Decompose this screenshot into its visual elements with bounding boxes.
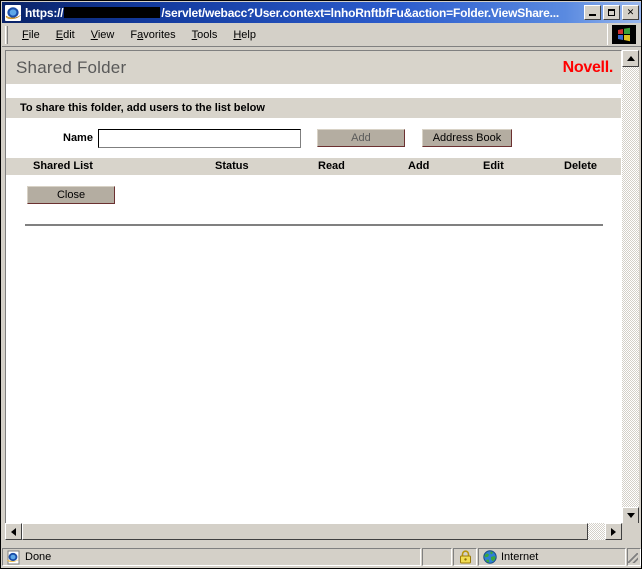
- security-zone-panel: Internet: [478, 548, 626, 566]
- page-status-icon: [6, 550, 21, 565]
- menu-bar: File Edit View Favorites Tools Help: [2, 23, 641, 47]
- scroll-down-button[interactable]: [622, 507, 639, 524]
- menu-item-tools[interactable]: Tools: [184, 27, 226, 43]
- security-panel: [453, 548, 477, 566]
- scrollbar-corner: [622, 523, 639, 540]
- divider-wrap: [6, 210, 621, 226]
- maximize-button[interactable]: [603, 5, 620, 20]
- column-header-edit: Edit: [483, 160, 504, 172]
- column-header-shared-list: Shared List: [33, 160, 93, 172]
- column-header-add: Add: [408, 160, 430, 172]
- status-text: Done: [25, 551, 52, 563]
- resize-grip[interactable]: [627, 548, 641, 566]
- browser-logo-button[interactable]: [607, 24, 640, 45]
- scroll-left-button[interactable]: [5, 523, 22, 540]
- horizontal-scrollbar[interactable]: [5, 523, 622, 540]
- scroll-right-button[interactable]: [605, 523, 622, 540]
- lock-icon: [459, 550, 472, 564]
- column-header-status: Status: [215, 160, 249, 172]
- windows-flag-icon: [612, 25, 636, 44]
- scroll-up-button[interactable]: [622, 50, 639, 67]
- shared-list-table-header: Shared List Status Read Add Edit Delete: [6, 158, 621, 175]
- web-page-document: Shared Folder Novell. To share this fold…: [5, 50, 622, 524]
- page-title: Shared Folder: [16, 57, 127, 77]
- globe-icon: [483, 550, 497, 564]
- close-button-row: Close: [6, 175, 621, 210]
- browser-content-frame: Shared Folder Novell. To share this fold…: [2, 48, 641, 542]
- horizontal-scroll-thumb[interactable]: [22, 523, 588, 540]
- close-dialog-button[interactable]: Close: [27, 186, 115, 204]
- page-header: Shared Folder Novell.: [6, 51, 621, 84]
- novell-logo: Novell.: [562, 58, 614, 76]
- security-zone-text: Internet: [501, 551, 539, 563]
- menu-item-file[interactable]: File: [14, 27, 48, 43]
- browser-window: https:// /servlet/webacc?User.context=lnh…: [0, 0, 642, 569]
- close-button[interactable]: ✕: [622, 5, 639, 20]
- minimize-icon: [589, 14, 596, 16]
- chevron-right-icon: [611, 527, 616, 536]
- header-spacer: [6, 84, 621, 98]
- menu-item-help[interactable]: Help: [225, 27, 264, 43]
- status-progress-panel: [422, 548, 452, 566]
- status-message-panel: Done: [2, 548, 421, 566]
- horizontal-divider: [25, 224, 603, 226]
- window-controls: ✕: [584, 5, 639, 20]
- chevron-down-icon: [626, 513, 635, 518]
- title-prefix: https://: [25, 5, 64, 20]
- add-user-form: Name Add Address Book: [6, 118, 621, 158]
- chevron-up-icon: [626, 56, 635, 61]
- menu-item-view[interactable]: View: [83, 27, 123, 43]
- column-header-read: Read: [318, 160, 345, 172]
- vertical-scrollbar[interactable]: [622, 50, 639, 524]
- maximize-icon: [608, 9, 615, 16]
- menu-item-edit[interactable]: Edit: [48, 27, 83, 43]
- add-button[interactable]: Add: [316, 129, 405, 147]
- menu-item-favorites[interactable]: Favorites: [122, 27, 183, 43]
- menu-drag-handle[interactable]: [5, 25, 8, 44]
- title-bar: https:// /servlet/webacc?User.context=lnh…: [2, 2, 641, 23]
- name-label: Name: [63, 132, 93, 144]
- status-bar: Done Internet: [2, 547, 641, 567]
- redacted-hostname: [64, 7, 161, 18]
- window-title: https:// /servlet/webacc?User.context=lnh…: [25, 6, 584, 20]
- address-book-button[interactable]: Address Book: [421, 129, 512, 147]
- name-input[interactable]: [97, 128, 301, 148]
- chevron-left-icon: [11, 527, 16, 536]
- close-icon: ✕: [626, 7, 635, 17]
- instruction-text: To share this folder, add users to the l…: [6, 98, 621, 118]
- column-header-delete: Delete: [564, 160, 598, 172]
- title-suffix: /servlet/webacc?User.context=lnhoRnftbfF…: [161, 5, 560, 20]
- internet-explorer-icon: [5, 4, 21, 21]
- minimize-button[interactable]: [584, 5, 601, 20]
